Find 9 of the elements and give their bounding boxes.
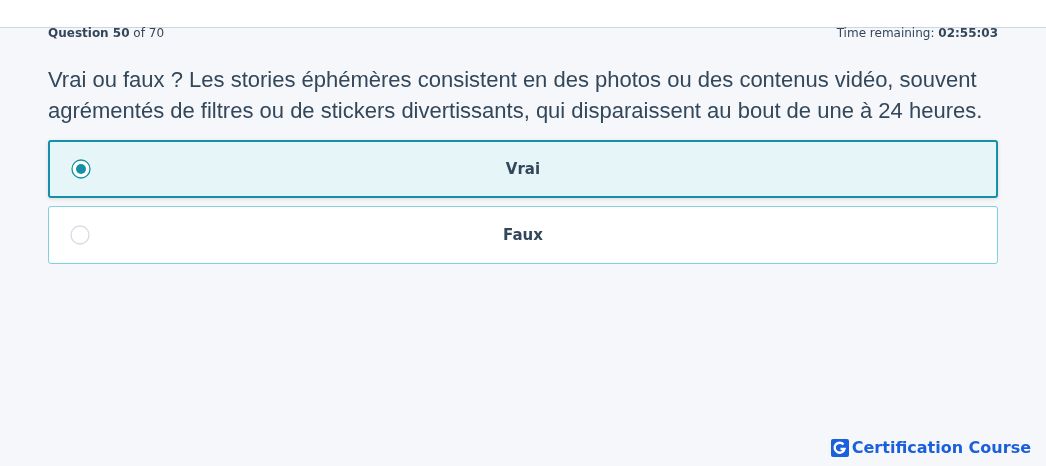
answer-option[interactable]: Vrai [48, 140, 998, 198]
brand-name: Certification Course [851, 438, 1031, 457]
radio-icon [70, 225, 90, 245]
answer-option[interactable]: Faux [48, 206, 998, 264]
question-text: Vrai ou faux ? Les stories éphémères consistent en des photos ou des contenus vidéo, souvent agrémentés de filtres ou de stickers divertissants, qui disparaissent au bout de une à 24 heures. [48, 66, 984, 125]
time-remaining: Time remaining: 02:55:03 [836, 26, 998, 40]
question-counter: Question 50 of 70 [48, 26, 164, 40]
radio-icon [71, 159, 91, 179]
logo-icon [830, 438, 849, 457]
